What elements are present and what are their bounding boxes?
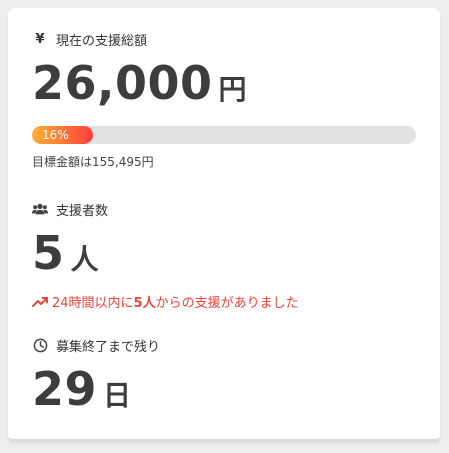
trend-prefix: 24時間以内に — [52, 296, 134, 311]
supporters-label-row: 支援者数 — [32, 200, 416, 219]
progress-bar: 16% — [32, 126, 416, 144]
remaining-label: 募集終了まで残り — [56, 339, 161, 355]
supporters-value: 5 — [32, 226, 65, 280]
supporters-value-row: 5 人 — [32, 230, 416, 278]
clock-icon — [32, 337, 48, 353]
amount-label: 現在の支援総額 — [56, 33, 148, 49]
trend-suffix: からの支援がありました — [155, 296, 299, 311]
amount-unit: 円 — [218, 73, 247, 106]
remaining-section: 募集終了まで残り 29 日 — [32, 336, 416, 414]
supporters-section: 支援者数 5 人 24時間以内に 5人 からの支援がありました — [32, 200, 416, 311]
supporters-label: 支援者数 — [56, 203, 109, 219]
remaining-label-row: 募集終了まで残り — [32, 336, 416, 355]
amount-label-row: ¥ 現在の支援総額 — [32, 30, 416, 49]
amount-section: ¥ 現在の支援総額 26,000 円 16% 目標金額は155,495円 — [32, 30, 416, 170]
users-icon — [32, 201, 48, 217]
amount-value: 26,000 — [32, 56, 213, 110]
supporters-unit: 人 — [70, 243, 99, 276]
remaining-value-row: 29 日 — [32, 366, 416, 414]
funding-status-card: ¥ 現在の支援総額 26,000 円 16% 目標金額は155,495円 支援者… — [8, 8, 440, 442]
progress-label: 16% — [42, 128, 69, 142]
yen-icon: ¥ — [35, 31, 45, 47]
trend-count: 5人 — [133, 296, 156, 311]
amount-value-row: 26,000 円 — [32, 60, 416, 108]
remaining-unit: 日 — [103, 379, 132, 412]
recent-supporters-notice: 24時間以内に 5人 からの支援がありました — [32, 292, 416, 311]
target-amount-text: 目標金額は155,495円 — [32, 155, 154, 169]
remaining-value: 29 — [32, 362, 98, 416]
trending-up-icon — [32, 296, 48, 308]
